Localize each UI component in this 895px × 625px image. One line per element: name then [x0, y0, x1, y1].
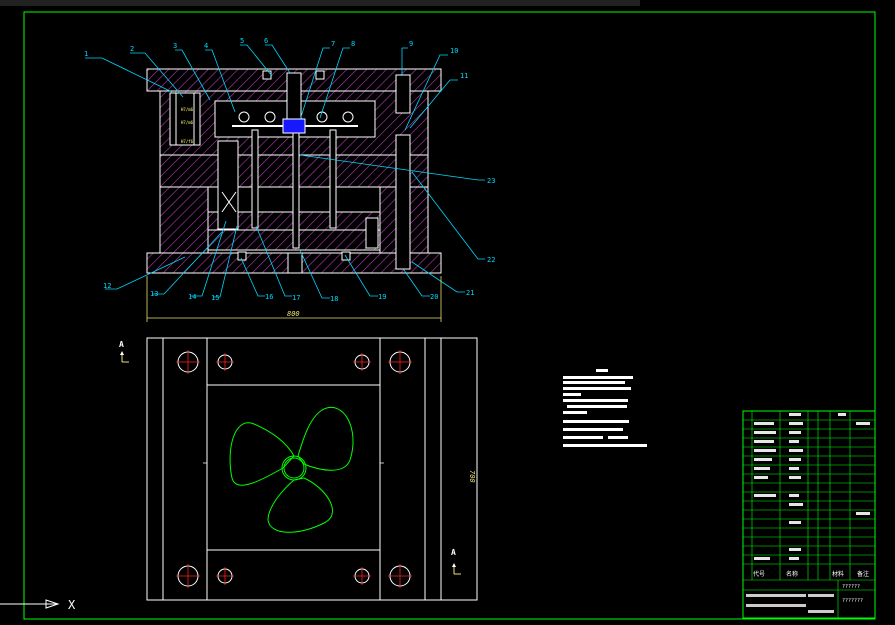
spacer-left — [159, 186, 209, 254]
section-mark-top: A — [119, 340, 129, 363]
svg-text:H7/f6: H7/f6 — [181, 139, 194, 144]
mold-drawing: H7/m6 H7/m6 H7/f6 1 2 3 4 5 6 7 8 9 10 1… — [0, 0, 876, 620]
ejection-hole — [287, 252, 303, 274]
svg-text:2: 2 — [130, 45, 134, 53]
guide-post-left — [217, 140, 239, 230]
cad-drawing-canvas[interactable]: H7/m6 H7/m6 H7/f6 1 2 3 4 5 6 7 8 9 10 1… — [0, 0, 895, 621]
svg-text:4: 4 — [204, 42, 208, 50]
guide-holes — [177, 351, 411, 587]
svg-text:9: 9 — [409, 40, 413, 48]
svg-text:21: 21 — [466, 289, 474, 297]
technical-notes — [563, 369, 647, 447]
ejector-pin-1 — [251, 129, 259, 229]
svg-text:??????: ?????? — [842, 584, 860, 590]
svg-text:H7/m6: H7/m6 — [181, 107, 194, 112]
svg-text:名称: 名称 — [786, 570, 798, 578]
svg-text:1: 1 — [84, 50, 88, 58]
svg-text:22: 22 — [487, 256, 495, 264]
svg-text:???????: ??????? — [842, 598, 863, 604]
stop-pin — [365, 217, 379, 249]
svg-text:8: 8 — [351, 40, 355, 48]
section-view: H7/m6 H7/m6 H7/f6 1 2 3 4 5 6 7 8 9 10 1… — [84, 37, 495, 322]
plan-view: 700 A A — [119, 337, 478, 601]
svg-text:A: A — [451, 548, 456, 557]
svg-text:X: X — [68, 598, 76, 612]
height-dim-label: 700 — [468, 470, 476, 483]
svg-text:12: 12 — [103, 282, 111, 290]
svg-text:14: 14 — [188, 293, 196, 301]
ejector-pin-2 — [329, 129, 337, 229]
svg-text:3: 3 — [173, 42, 177, 50]
svg-text:10: 10 — [450, 47, 458, 55]
svg-text:16: 16 — [265, 293, 273, 301]
plan-right-plate — [440, 337, 478, 601]
center-marks — [176, 350, 412, 588]
svg-text:23: 23 — [487, 177, 495, 185]
svg-text:6: 6 — [264, 37, 268, 45]
section-mark-bottom: A — [451, 548, 461, 575]
toolbar-strip — [0, 0, 640, 6]
plan-outline — [146, 337, 442, 601]
svg-text:7: 7 — [331, 40, 335, 48]
svg-text:备注: 备注 — [857, 570, 869, 578]
sprue-puller — [292, 132, 300, 249]
fan-part — [229, 407, 354, 533]
svg-text:A: A — [119, 340, 124, 349]
svg-text:19: 19 — [378, 293, 386, 301]
svg-text:5: 5 — [240, 37, 244, 45]
svg-text:15: 15 — [211, 294, 219, 302]
svg-text:13: 13 — [150, 290, 158, 298]
width-dim-label: 800 — [287, 310, 300, 318]
gate-block — [282, 118, 306, 134]
guide-bushing-left — [169, 92, 201, 146]
bom-header: 代号 名称 材料 备注 — [753, 570, 869, 578]
title-block: 代号 名称 材料 备注 ?????? ??????? — [742, 410, 876, 619]
sprue-bushing — [286, 72, 302, 120]
svg-text:代号: 代号 — [753, 570, 765, 578]
svg-text:11: 11 — [460, 72, 468, 80]
svg-text:17: 17 — [292, 294, 300, 302]
bom-text-blocks — [754, 413, 870, 560]
svg-text:H7/m6: H7/m6 — [181, 120, 194, 125]
svg-text:18: 18 — [330, 295, 338, 303]
svg-text:材料: 材料 — [832, 570, 844, 578]
screw-right-top — [395, 74, 411, 114]
guide-post-right — [395, 134, 411, 270]
ucs-icon: X — [0, 598, 76, 612]
svg-text:20: 20 — [430, 293, 438, 301]
